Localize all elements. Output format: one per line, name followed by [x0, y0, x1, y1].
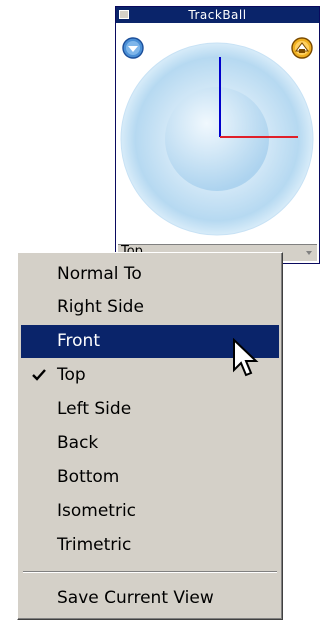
menu-item-label: Back: [57, 433, 99, 453]
menu-item-bottom[interactable]: Bottom: [21, 461, 279, 494]
menu-item-back[interactable]: Back: [21, 427, 279, 460]
rotate-down-icon[interactable]: [122, 37, 144, 59]
menu-item-label: Save Current View: [57, 588, 214, 608]
window-menu-icon[interactable]: [119, 10, 129, 19]
menu-item-save-current-view[interactable]: Save Current View: [21, 582, 279, 615]
menu-item-trimetric[interactable]: Trimetric: [21, 529, 279, 562]
menu-item-right-side[interactable]: Right Side: [21, 291, 279, 324]
chevron-down-icon[interactable]: [302, 246, 316, 259]
trackball-window: TrackBall: [115, 6, 320, 264]
menu-item-normal-to[interactable]: Normal To: [21, 258, 279, 291]
menu-item-label: Top: [57, 365, 86, 385]
screen: TrackBall Normal To Right Side Front Top…: [0, 0, 322, 620]
menu-item-label: Front: [57, 331, 100, 351]
menu-item-label: Trimetric: [57, 535, 132, 555]
checkmark-icon: [32, 369, 46, 381]
trackball-viewport[interactable]: [116, 23, 319, 243]
menu-item-label: Right Side: [57, 297, 144, 317]
trackball-sphere[interactable]: [116, 23, 319, 243]
menu-item-isometric[interactable]: Isometric: [21, 495, 279, 528]
menu-item-label: Left Side: [57, 399, 132, 419]
menu-item-label: Normal To: [57, 264, 142, 284]
menu-item-left-side[interactable]: Left Side: [21, 393, 279, 426]
menu-item-label: Bottom: [57, 467, 120, 487]
trackball-title: TrackBall: [188, 8, 247, 22]
menu-separator: [23, 571, 277, 573]
menu-item-label: Isometric: [57, 501, 137, 521]
mouse-cursor-icon: [233, 338, 259, 377]
home-view-icon[interactable]: [291, 37, 313, 59]
trackball-titlebar[interactable]: TrackBall: [116, 7, 319, 23]
view-orientation-menu: Normal To Right Side Front Top Left Side…: [17, 252, 283, 620]
